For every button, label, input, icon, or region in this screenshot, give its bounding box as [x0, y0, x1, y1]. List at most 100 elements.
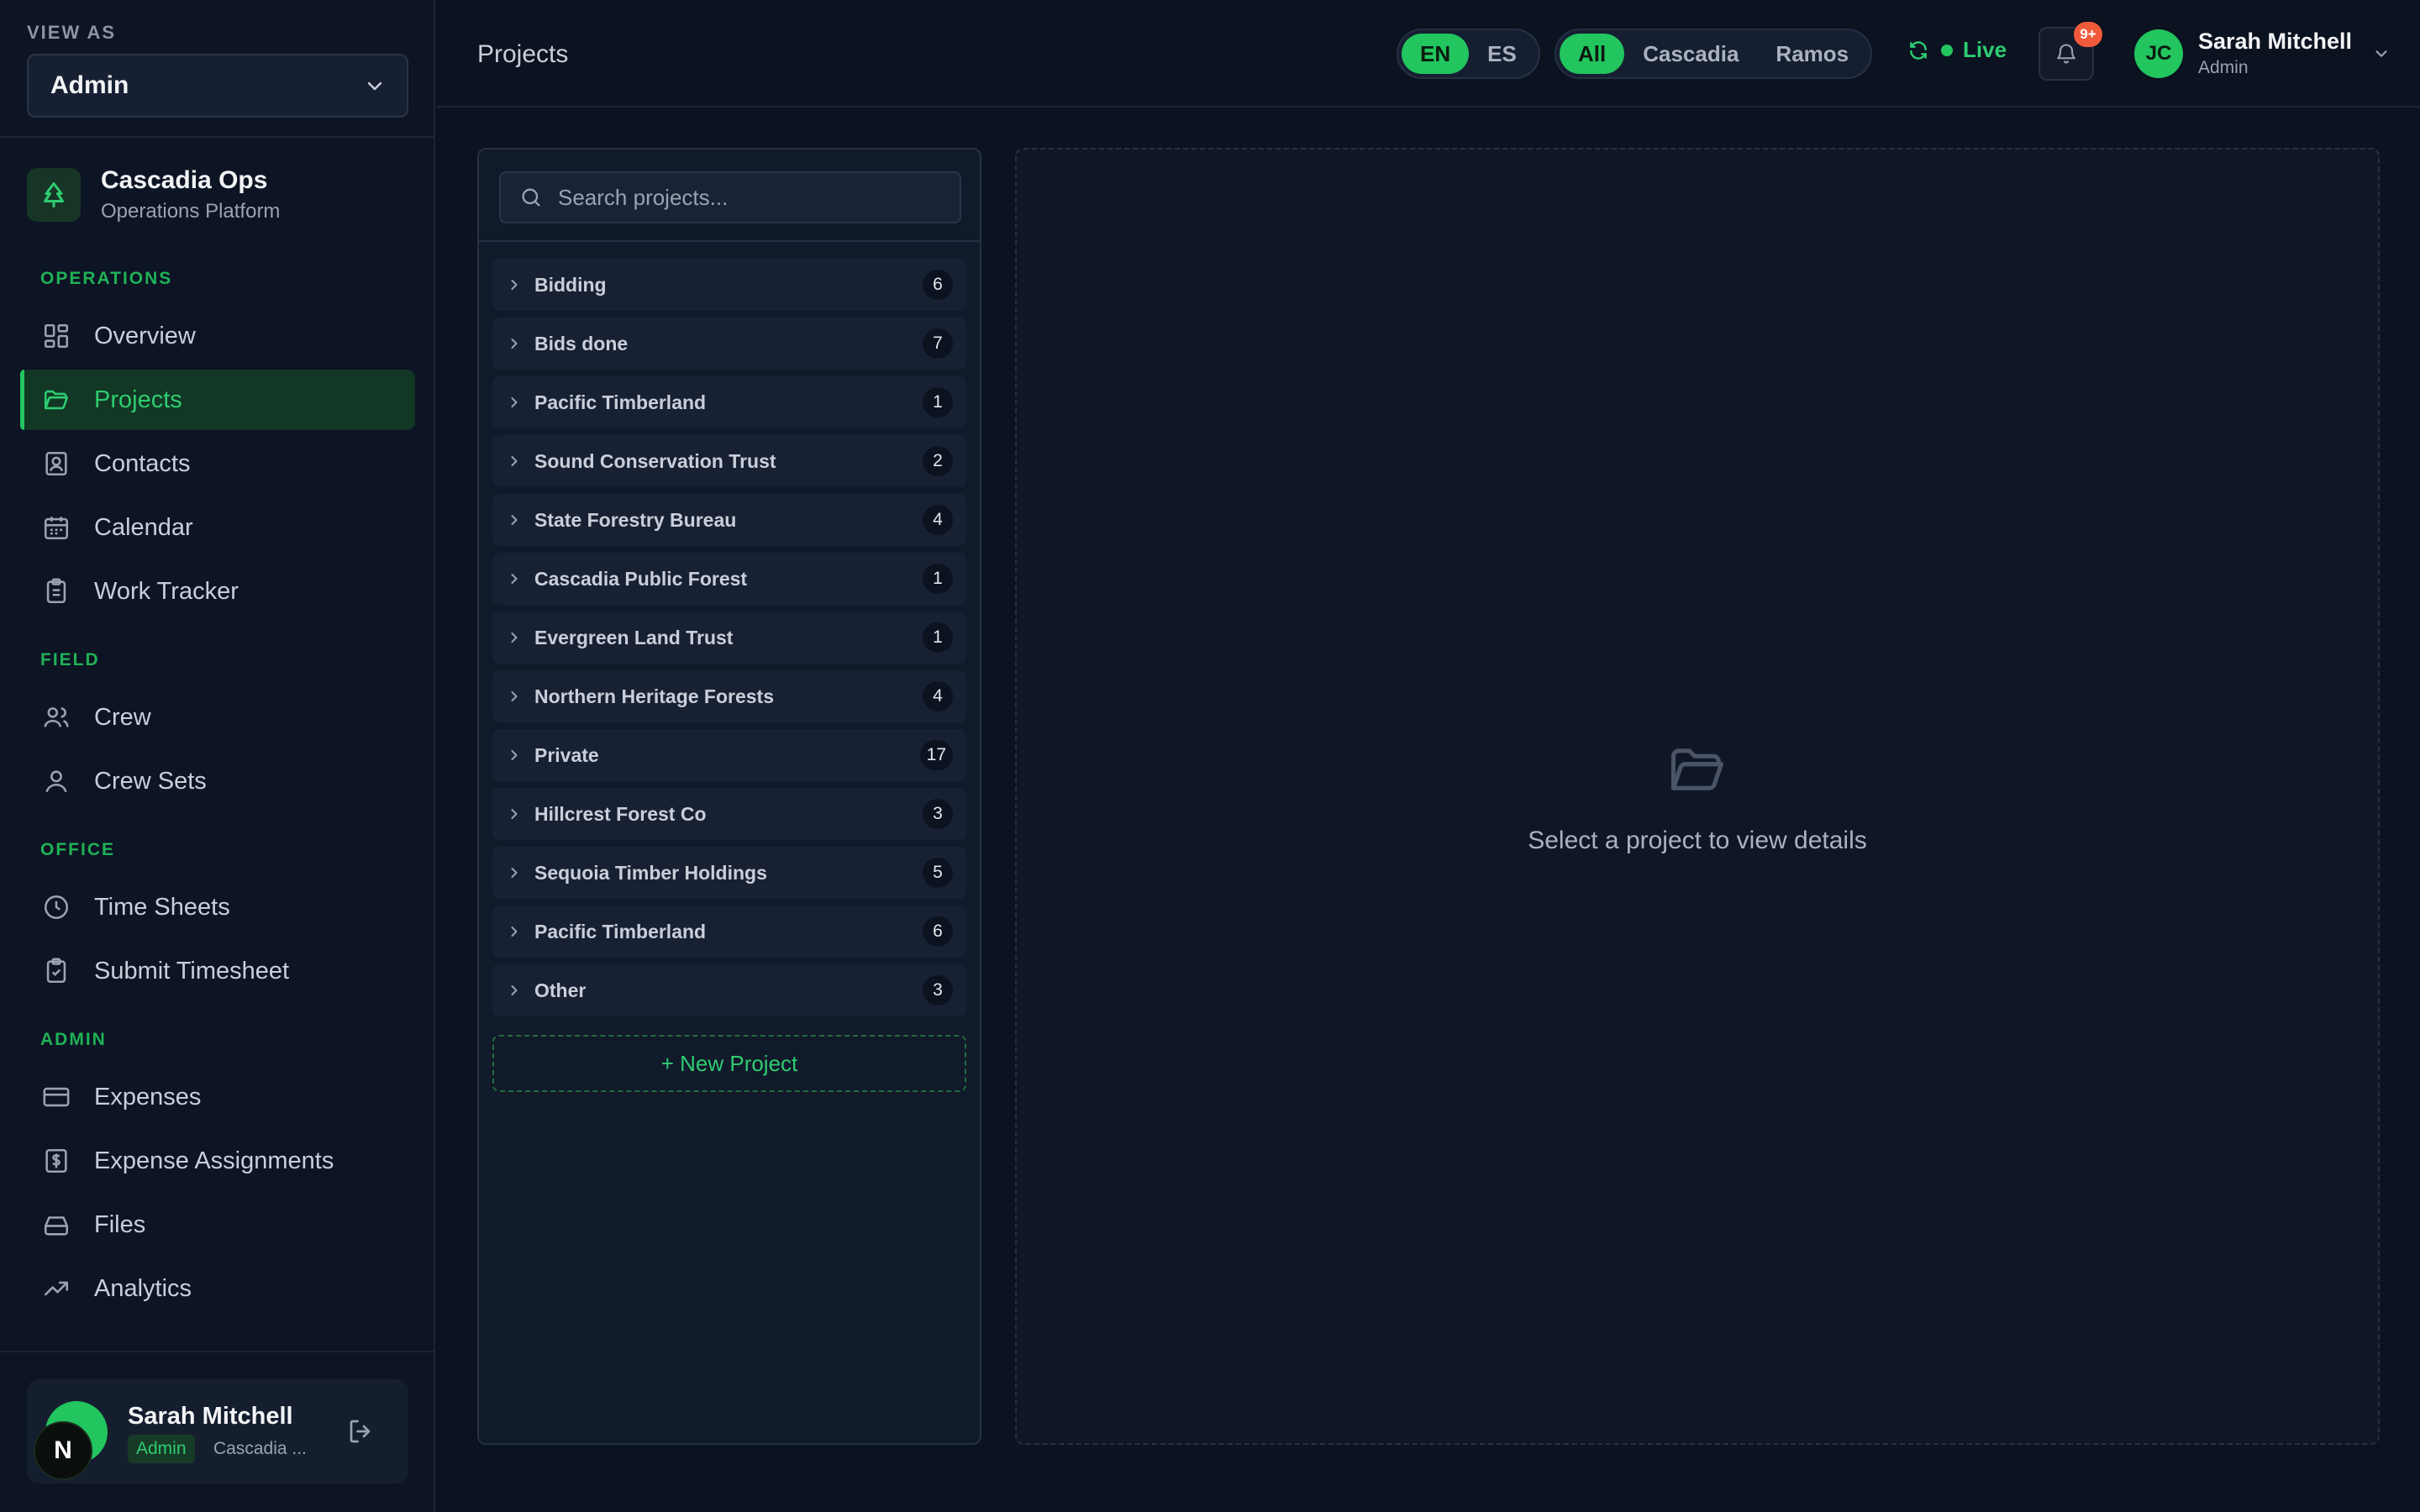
project-group-row[interactable]: Hillcrest Forest Co 3: [492, 788, 966, 840]
project-group-row[interactable]: Private 17: [492, 729, 966, 781]
brand[interactable]: Cascadia Ops Operations Platform: [27, 166, 280, 223]
project-group-row[interactable]: Bids done 7: [492, 318, 966, 370]
search-icon: [522, 188, 540, 207]
project-group-count: 5: [923, 858, 953, 888]
chevron-right-icon: [511, 927, 518, 937]
sidebar-item-time-sheets[interactable]: Time Sheets: [20, 877, 415, 937]
user-menu[interactable]: JC Sarah Mitchell Admin: [2134, 29, 2391, 78]
chevron-right-icon: [511, 456, 518, 466]
project-group-count: 3: [923, 975, 953, 1005]
chevron-down-icon: [367, 81, 382, 91]
section-field: FIELD: [40, 650, 100, 669]
clock-icon: [44, 895, 69, 920]
sidebar-item-label: Work Tracker: [94, 577, 239, 605]
sidebar-item-submit-timesheet[interactable]: Submit Timesheet: [20, 941, 415, 1001]
project-group-row[interactable]: Pacific Timberland 6: [492, 906, 966, 958]
project-group-name: Sequoia Timber Holdings: [534, 861, 767, 884]
chevron-right-icon: [511, 868, 518, 878]
filter-ramos-button[interactable]: Ramos: [1757, 34, 1867, 74]
project-group-count: 1: [923, 564, 953, 594]
user-icon: [45, 770, 67, 793]
sidebar-item-calendar[interactable]: Calendar: [20, 497, 415, 558]
project-group-row[interactable]: Sequoia Timber Holdings 5: [492, 847, 966, 899]
project-group-count: 4: [923, 505, 953, 535]
user-role: Admin: [2198, 58, 2249, 77]
receipt-dollar-icon: [45, 1148, 67, 1173]
sidebar-item-overview[interactable]: Overview: [20, 306, 415, 366]
project-group-name: Private: [534, 743, 599, 766]
n-badge[interactable]: N: [34, 1421, 92, 1480]
project-group-row[interactable]: Bidding 6: [492, 259, 966, 311]
filter-cascadia-button[interactable]: Cascadia: [1624, 34, 1757, 74]
search-input[interactable]: [558, 184, 944, 211]
section-office: OFFICE: [40, 840, 115, 859]
project-group-name: Evergreen Land Trust: [534, 626, 734, 648]
project-group-count: 7: [923, 328, 953, 359]
project-group-row[interactable]: Evergreen Land Trust 1: [492, 612, 966, 664]
sidebar-item-label: Expense Assignments: [94, 1147, 334, 1174]
folder-open-icon: [44, 390, 69, 410]
project-group-name: State Forestry Bureau: [534, 508, 737, 531]
notifications-button[interactable]: 9+: [2039, 22, 2102, 81]
sidebar-item-contacts[interactable]: Contacts: [20, 433, 415, 494]
contact-card-icon: [45, 451, 67, 476]
sidebar-item-expenses[interactable]: Expenses: [20, 1067, 415, 1127]
sidebar-user-card: N Sarah Mitchell Admin Cascadia ...: [27, 1379, 408, 1483]
chevron-right-icon: [511, 750, 518, 760]
sidebar-item-analytics[interactable]: Analytics: [20, 1258, 415, 1319]
sidebar-item-label: Submit Timesheet: [94, 957, 290, 984]
sidebar-item-label: Overview: [94, 322, 196, 349]
project-group-row[interactable]: Sound Conservation Trust 2: [492, 435, 966, 487]
chevron-right-icon: [511, 985, 518, 995]
sidebar: VIEW AS Admin Cascadia Ops Operations Pl…: [0, 0, 435, 1512]
project-group-row[interactable]: Cascadia Public Forest 1: [492, 553, 966, 605]
sidebar-item-label: Time Sheets: [94, 893, 230, 921]
user-name: Sarah Mitchell: [128, 1403, 293, 1430]
lang-en-button[interactable]: EN: [1402, 34, 1470, 74]
sidebar-item-label: Files: [94, 1210, 146, 1238]
sidebar-item-work-tracker[interactable]: Work Tracker: [20, 561, 415, 622]
live-label: Live: [1963, 37, 2007, 62]
sidebar-item-crew-sets[interactable]: Crew Sets: [20, 751, 415, 811]
grid-icon: [44, 323, 69, 349]
credit-card-icon: [43, 1087, 70, 1107]
chevron-right-icon: [511, 280, 518, 290]
project-group-row[interactable]: State Forestry Bureau 4: [492, 494, 966, 546]
search-box: [499, 171, 961, 223]
calendar-icon: [44, 517, 69, 540]
project-group-row[interactable]: Pacific Timberland 1: [492, 376, 966, 428]
project-group-row[interactable]: Northern Heritage Forests 4: [492, 670, 966, 722]
clipboard-icon: [46, 578, 66, 604]
project-group-count: 6: [923, 270, 953, 300]
section-operations: OPERATIONS: [40, 269, 173, 288]
sidebar-divider: [0, 1351, 435, 1352]
project-detail-panel: Select a project to view details: [1015, 148, 2380, 1445]
filter-all-button[interactable]: All: [1560, 34, 1625, 74]
sidebar-item-crew[interactable]: Crew: [20, 687, 415, 748]
new-project-button[interactable]: + New Project: [492, 1035, 966, 1092]
list-divider: [479, 240, 980, 242]
chevron-right-icon: [511, 633, 518, 643]
folder-open-icon: [1670, 748, 1724, 790]
sidebar-item-files[interactable]: Files: [20, 1194, 415, 1255]
tree-icon: [27, 168, 81, 222]
project-group-name: Cascadia Public Forest: [534, 567, 748, 590]
lang-es-button[interactable]: ES: [1469, 34, 1535, 74]
refresh-icon: [1910, 40, 1927, 60]
chevron-right-icon: [511, 397, 518, 407]
view-as: VIEW AS Admin: [27, 22, 408, 118]
project-group-row[interactable]: Other 3: [492, 964, 966, 1016]
brand-subtitle: Operations Platform: [101, 200, 281, 223]
view-as-label: VIEW AS: [27, 22, 117, 43]
project-group-name: Pacific Timberland: [534, 920, 707, 942]
view-as-select[interactable]: Admin: [27, 54, 408, 118]
sidebar-item-projects[interactable]: Projects: [20, 370, 415, 430]
live-status[interactable]: Live: [1907, 37, 2007, 63]
logout-icon[interactable]: [346, 1416, 376, 1446]
chevron-right-icon: [511, 515, 518, 525]
hard-drive-icon: [44, 1216, 69, 1236]
project-group-name: Sound Conservation Trust: [534, 449, 776, 472]
sidebar-item-expense-assignments[interactable]: Expense Assignments: [20, 1131, 415, 1191]
chevron-right-icon: [511, 574, 518, 584]
chevron-right-icon: [511, 809, 518, 819]
